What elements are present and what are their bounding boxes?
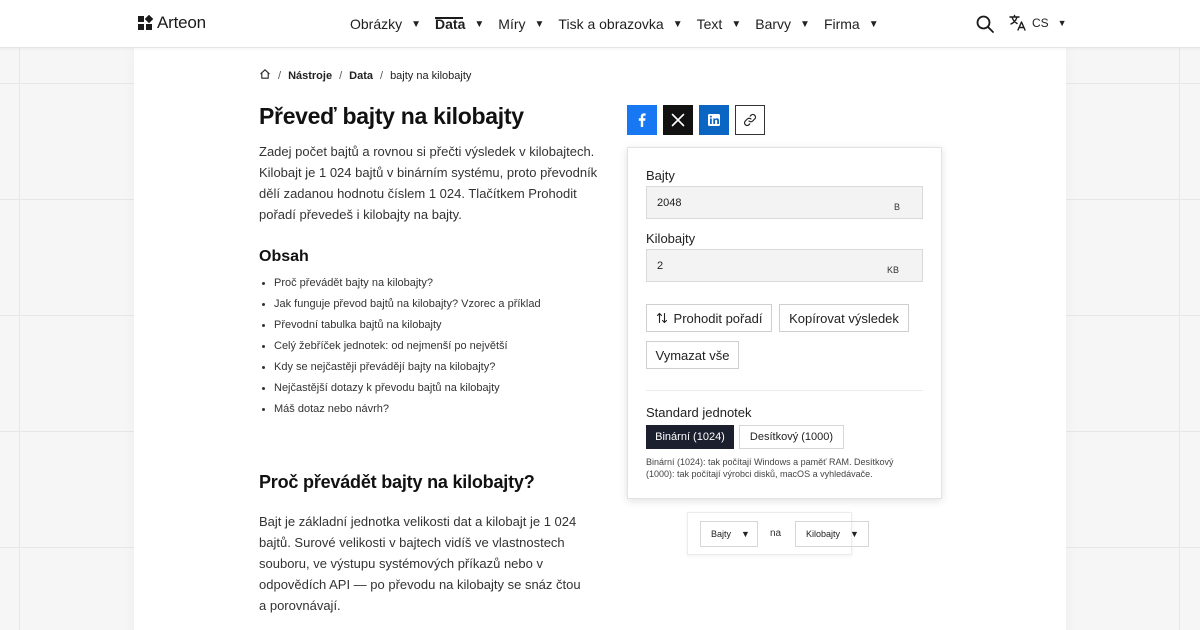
logo-icon	[138, 15, 153, 30]
facebook-icon	[638, 113, 646, 127]
breadcrumb-item-current: bajty na kilobajty	[390, 69, 472, 82]
logo-text: Arteon	[157, 13, 206, 32]
linkedin-icon	[708, 114, 720, 126]
toc-item[interactable]: Nejčastější dotazy k převodu bajtů na ki…	[274, 380, 541, 401]
x-icon	[671, 113, 685, 127]
to-unit-value: Kilobajty	[806, 529, 841, 539]
translate-icon	[1009, 14, 1026, 31]
swap-button-label: Prohodit pořadí	[673, 310, 763, 326]
nav-item-label: Tisk a obrazovka	[558, 16, 664, 32]
nav-item-firma[interactable]: Firma ▼	[824, 0, 879, 48]
swap-icon	[656, 312, 667, 324]
share-buttons	[627, 105, 765, 135]
site-header: Arteon Obrázky ▼ Data ▼ Míry ▼ Tisk a ob…	[0, 0, 1200, 48]
language-switcher[interactable]: CS ▼	[1009, 14, 1067, 32]
kilobytes-label: Kilobajty	[646, 231, 696, 246]
kilobytes-input[interactable]	[647, 250, 887, 281]
decimal-standard-button[interactable]: Desítkový (1000)	[739, 425, 844, 449]
breadcrumb: / Nástroje / Data / bajty na kilobajty	[259, 68, 471, 83]
table-of-contents: Proč převádět bajty na kilobajty? Jak fu…	[274, 275, 541, 422]
section-body: Bajt je základní jednotka velikosti dat …	[259, 514, 581, 613]
nav-item-label: Obrázky	[350, 16, 403, 32]
kilobytes-field: KB	[646, 249, 923, 282]
breadcrumb-home[interactable]	[259, 68, 271, 83]
bytes-input[interactable]	[647, 187, 887, 218]
swap-button[interactable]: Prohodit pořadí	[646, 304, 772, 332]
nav-item-miry[interactable]: Míry ▼	[498, 0, 544, 48]
breadcrumb-separator: /	[278, 69, 282, 82]
link-icon	[743, 113, 757, 127]
nav-item-data[interactable]: Data ▼	[435, 0, 484, 48]
search-icon	[976, 15, 994, 33]
chevron-down-icon: ▼	[534, 18, 545, 30]
from-unit-value: Bajty	[711, 529, 732, 539]
toc-item[interactable]: Kdy se nejčastěji převádějí bajty na kil…	[274, 359, 541, 380]
clear-all-button[interactable]: Vymazat vše	[646, 341, 739, 369]
nav-item-label: Text	[696, 16, 723, 32]
toc-item[interactable]: Máš dotaz nebo návrh?	[274, 401, 541, 422]
copy-result-label: Kopírovat výsledek	[789, 310, 899, 326]
chevron-down-icon: ▼	[741, 529, 750, 539]
bytes-label: Bajty	[646, 168, 675, 183]
main-content: / Nástroje / Data / bajty na kilobajty P…	[134, 48, 1066, 630]
chevron-down-icon: ▼	[800, 18, 810, 30]
share-linkedin-button[interactable]	[699, 105, 729, 135]
section-title: Proč převádět bajty na kilobajty?	[259, 472, 535, 492]
bytes-unit: B	[893, 202, 900, 212]
toc-item[interactable]: Celý žebříček jednotek: od nejmenší po n…	[274, 338, 541, 359]
chevron-down-icon: ▼	[850, 529, 859, 539]
breadcrumb-item-nastroje[interactable]: Nástroje	[288, 70, 332, 82]
nav-item-label: Barvy	[755, 16, 792, 32]
binary-standard-button[interactable]: Binární (1024)	[646, 425, 734, 449]
clear-all-label: Vymazat vše	[655, 347, 730, 363]
chevron-down-icon: ▼	[672, 18, 683, 30]
from-unit-select[interactable]: Bajty ▼	[700, 521, 758, 547]
unit-standard-label: Standard jednotek	[646, 405, 752, 420]
language-code: CS	[1032, 16, 1049, 30]
nav-item-barvy[interactable]: Barvy ▼	[755, 0, 810, 48]
unit-pair-selector: Bajty ▼ na Kilobajty ▼	[687, 512, 869, 555]
kilobytes-unit: KB	[886, 265, 899, 275]
toc-title: Obsah	[259, 248, 309, 265]
nav-item-tisk[interactable]: Tisk a obrazovka ▼	[558, 0, 682, 48]
nav-item-label: Data	[435, 16, 466, 32]
nav-item-label: Míry	[498, 16, 526, 32]
search-button[interactable]	[975, 14, 995, 34]
chevron-down-icon: ▼	[731, 18, 742, 30]
chevron-down-icon: ▼	[474, 18, 485, 30]
toc-item[interactable]: Proč převádět bajty na kilobajty?	[274, 275, 541, 296]
converter-panel: Bajty B Kilobajty KB Prohodit pořadí Kop…	[627, 147, 942, 499]
home-icon	[260, 69, 270, 79]
copy-result-button[interactable]: Kopírovat výsledek	[779, 304, 909, 332]
share-x-button[interactable]	[663, 105, 693, 135]
nav-item-text[interactable]: Text ▼	[697, 0, 742, 48]
bytes-field: B	[646, 186, 923, 219]
nav-item-label: Firma	[823, 16, 860, 32]
divider	[646, 390, 923, 391]
chevron-down-icon: ▼	[1057, 18, 1067, 28]
chevron-down-icon: ▼	[411, 18, 422, 30]
copy-link-button[interactable]	[735, 105, 765, 135]
unit-pair-connector: na	[770, 528, 782, 539]
breadcrumb-separator: /	[380, 69, 384, 82]
breadcrumb-item-data[interactable]: Data	[349, 70, 373, 82]
main-nav: Obrázky ▼ Data ▼ Míry ▼ Tisk a obrazovka…	[350, 0, 893, 48]
toc-item[interactable]: Jak funguje převod bajtů na kilobajty? V…	[274, 296, 541, 317]
page-title: Převeď bajty na kilobajty	[259, 103, 524, 129]
to-unit-select[interactable]: Kilobajty ▼	[795, 521, 869, 547]
breadcrumb-separator: /	[339, 69, 343, 82]
unit-standard-note: Binární (1024): tak počítají Windows a p…	[646, 457, 894, 479]
share-facebook-button[interactable]	[627, 105, 657, 135]
intro-text: Zadej počet bajtů a rovnou si přečti výs…	[259, 144, 598, 222]
chevron-down-icon: ▼	[868, 18, 879, 30]
toc-item[interactable]: Převodní tabulka bajtů na kilobajty	[274, 317, 541, 338]
nav-item-obrazky[interactable]: Obrázky ▼	[350, 0, 421, 48]
logo[interactable]: Arteon	[137, 13, 206, 33]
